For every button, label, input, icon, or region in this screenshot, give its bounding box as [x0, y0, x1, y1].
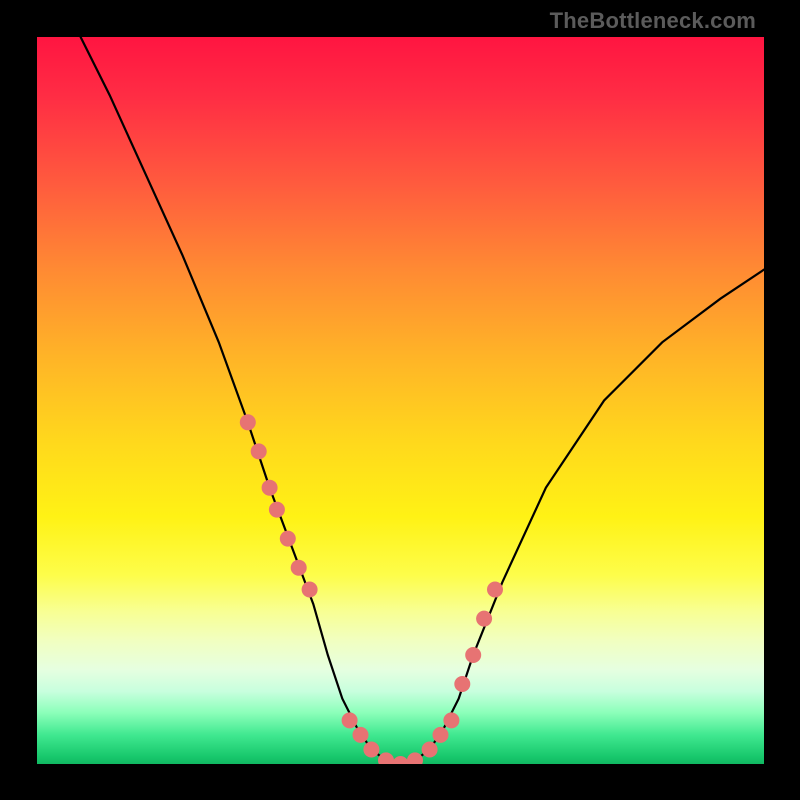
- scatter-dot: [433, 727, 449, 743]
- scatter-dot: [465, 647, 481, 663]
- scatter-dot: [393, 756, 409, 764]
- scatter-dot: [378, 752, 394, 764]
- bottleneck-curve: [81, 37, 764, 764]
- scatter-dot: [240, 414, 256, 430]
- scatter-dot: [269, 502, 285, 518]
- scatter-dot: [407, 752, 423, 764]
- scatter-dot: [422, 742, 438, 758]
- scatter-points: [240, 414, 503, 764]
- scatter-dot: [454, 676, 470, 692]
- chart-frame: TheBottleneck.com: [0, 0, 800, 800]
- scatter-dot: [353, 727, 369, 743]
- scatter-dot: [280, 531, 296, 547]
- scatter-dot: [443, 712, 459, 728]
- scatter-dot: [476, 611, 492, 627]
- chart-svg: [37, 37, 764, 764]
- plot-area: [37, 37, 764, 764]
- watermark-text: TheBottleneck.com: [550, 8, 756, 34]
- scatter-dot: [342, 712, 358, 728]
- scatter-dot: [291, 560, 307, 576]
- scatter-dot: [251, 443, 267, 459]
- scatter-dot: [487, 582, 503, 598]
- scatter-dot: [262, 480, 278, 496]
- scatter-dot: [363, 742, 379, 758]
- scatter-dot: [302, 582, 318, 598]
